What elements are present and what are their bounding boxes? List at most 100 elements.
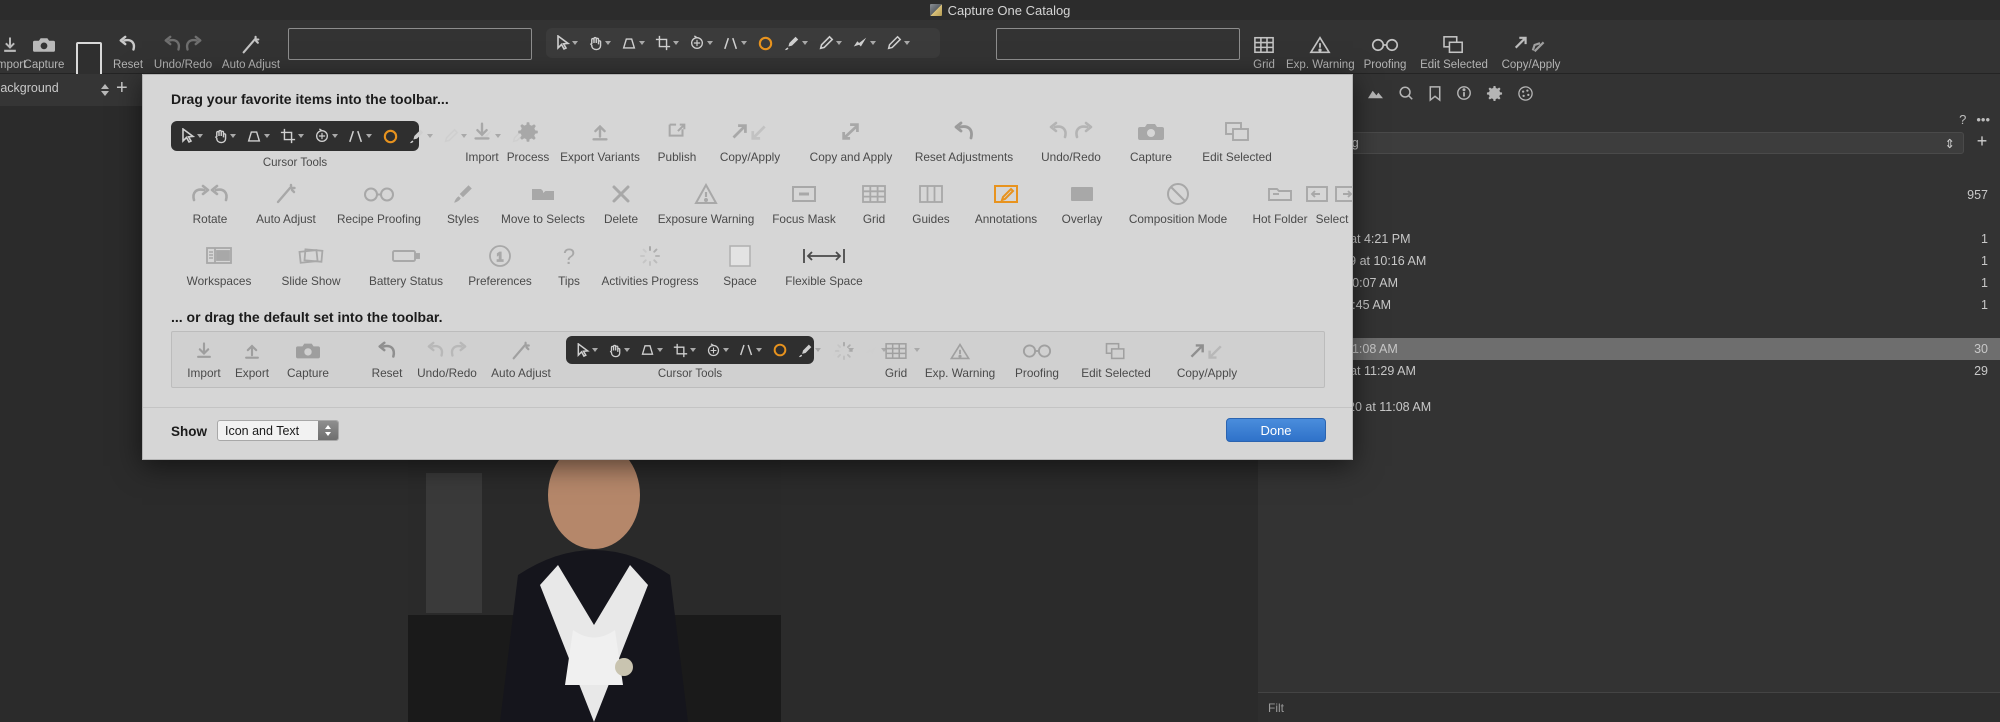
default-item-reset[interactable]: Reset bbox=[362, 338, 412, 380]
rotate-tool-icon[interactable] bbox=[685, 33, 717, 53]
palette-item-space[interactable]: Space bbox=[709, 239, 771, 288]
more-options-icon[interactable]: ••• bbox=[1976, 112, 1990, 127]
palette-item-preferences[interactable]: 1 Preferences bbox=[455, 239, 545, 288]
pan-hand-tool-icon[interactable] bbox=[604, 341, 634, 360]
crop-tool-icon[interactable] bbox=[669, 341, 700, 360]
done-button[interactable]: Done bbox=[1226, 418, 1326, 442]
spot-removal-tool-icon[interactable] bbox=[753, 33, 778, 54]
palette-item-tips[interactable]: ? Tips bbox=[545, 239, 593, 288]
info-icon[interactable] bbox=[1456, 85, 1472, 101]
palette-item-select[interactable]: Select bbox=[1299, 177, 1352, 226]
straighten-tool-icon[interactable] bbox=[719, 34, 751, 53]
layer-stepper[interactable] bbox=[98, 80, 111, 100]
metadata-icon[interactable] bbox=[1428, 85, 1442, 102]
palette-item-copy-and-apply[interactable]: Copy and Apply bbox=[796, 115, 906, 164]
toolbar-cursor-tools-group[interactable] bbox=[546, 28, 940, 58]
toolbar-button-reset[interactable]: Reset bbox=[104, 32, 152, 72]
toolbar-button-auto-adjust[interactable]: Auto Adjust bbox=[216, 32, 286, 72]
straighten-tool-icon[interactable] bbox=[735, 341, 766, 359]
rotate-tool-icon[interactable] bbox=[702, 341, 733, 360]
straighten-tool-icon[interactable] bbox=[344, 127, 376, 146]
palette-item-composition-mode[interactable]: Composition Mode bbox=[1115, 177, 1241, 226]
palette-icon[interactable] bbox=[1517, 85, 1534, 102]
palette-item-recipe-proofing[interactable]: Recipe Proofing bbox=[326, 177, 432, 226]
default-item-grid[interactable]: Grid bbox=[874, 338, 918, 380]
keystone-tool-icon[interactable] bbox=[617, 34, 649, 53]
pan-hand-tool-icon[interactable] bbox=[209, 126, 240, 146]
palette-item-undo-redo[interactable]: Undo/Redo bbox=[1026, 115, 1116, 164]
palette-item-capture[interactable]: Capture bbox=[1116, 115, 1186, 164]
palette-item-annotations[interactable]: Annotations bbox=[963, 177, 1049, 226]
draw-mask-tool-icon[interactable] bbox=[405, 126, 437, 146]
toolbar-button-capture[interactable]: Capture bbox=[14, 32, 74, 72]
crop-tool-icon[interactable] bbox=[276, 126, 308, 146]
panel-row-capture[interactable]: ruary 14, 2020 at 11:29 AM 29 bbox=[1258, 360, 2000, 382]
panel-filter-bar[interactable]: Filt bbox=[1258, 692, 2000, 722]
panel-section-recent-imports[interactable]: nt Imports bbox=[1258, 206, 2000, 228]
panel-row-images[interactable]: ages 957 bbox=[1258, 184, 2000, 206]
palette-item-focus-mask[interactable]: Focus Mask bbox=[763, 177, 845, 226]
palette-item-move-to-selects[interactable]: Move to Selects bbox=[493, 177, 593, 226]
palette-item-copy-apply[interactable]: Copy/Apply bbox=[706, 115, 794, 164]
default-item-export[interactable]: Export bbox=[226, 338, 278, 380]
panel-row-import[interactable]: ust 9, 2019 at 10:07 AM 1 bbox=[1258, 272, 2000, 294]
palette-item-publish[interactable]: Publish bbox=[648, 115, 706, 164]
keystone-tool-icon[interactable] bbox=[636, 341, 667, 359]
spot-removal-tool-icon[interactable] bbox=[378, 126, 403, 147]
toolbar-button-copy-apply[interactable]: Copy/Apply bbox=[1492, 32, 1570, 72]
draw-mask-tool-icon[interactable] bbox=[794, 341, 825, 360]
mountain-icon[interactable] bbox=[1367, 86, 1384, 101]
default-item-copy-apply[interactable]: Copy/Apply bbox=[1162, 338, 1252, 380]
select-stepper-icon[interactable] bbox=[318, 421, 338, 440]
add-layer-plus-icon[interactable]: + bbox=[116, 77, 128, 100]
palette-item-rotate[interactable]: Rotate bbox=[171, 177, 249, 226]
panel-section-recent-captures[interactable]: nt Captures bbox=[1258, 316, 2000, 338]
draw-mask-tool-icon[interactable] bbox=[780, 33, 812, 53]
default-item-exp-warning[interactable]: Exp. Warning bbox=[918, 338, 1002, 380]
palette-item-export-variants[interactable]: Export Variants bbox=[546, 115, 654, 164]
palette-item-slide-show[interactable]: Slide Show bbox=[267, 239, 355, 288]
default-item-proofing[interactable]: Proofing bbox=[1004, 338, 1070, 380]
help-icon[interactable]: ? bbox=[1959, 112, 1966, 127]
default-item-import[interactable]: Import bbox=[178, 338, 230, 380]
palette-cursor-tools-group[interactable] bbox=[171, 121, 535, 151]
rotate-tool-icon[interactable] bbox=[310, 126, 342, 146]
toolbar-search-field[interactable] bbox=[288, 28, 532, 60]
palette-item-guides[interactable]: Guides bbox=[899, 177, 963, 226]
palette-item-styles[interactable]: Styles bbox=[433, 177, 493, 226]
spot-removal-tool-icon[interactable] bbox=[768, 340, 792, 360]
palette-item-activities-progress[interactable]: Activities Progress bbox=[591, 239, 709, 288]
default-item-capture[interactable]: Capture bbox=[276, 338, 340, 380]
toolbar-button-exp-warning[interactable]: Exp. Warning bbox=[1286, 32, 1355, 72]
palette-item-reset-adjustments[interactable]: Reset Adjustments bbox=[901, 115, 1027, 164]
palette-item-auto-adjust[interactable]: Auto Adjust bbox=[246, 177, 326, 226]
pointer-tool-icon[interactable] bbox=[572, 341, 602, 360]
palette-item-grid[interactable]: Grid bbox=[847, 177, 901, 226]
palette-item-flexible-space[interactable]: Flexible Space bbox=[771, 239, 877, 288]
palette-item-exposure-warning[interactable]: Exposure Warning bbox=[649, 177, 763, 226]
default-set-toolbar[interactable]: Import Export Capture Reset Undo/Redo Au… bbox=[171, 331, 1325, 388]
gradient-mask-tool-icon[interactable] bbox=[814, 33, 846, 53]
panel-row-import[interactable]: ust 9, 2019 at 9:45 AM 1 bbox=[1258, 294, 2000, 316]
toolbar-button-undo-redo[interactable]: Undo/Redo bbox=[148, 32, 218, 72]
panel-section-collections[interactable]: llections bbox=[1258, 162, 2000, 184]
default-item-undo-redo[interactable]: Undo/Redo bbox=[410, 338, 484, 380]
palette-item-overlay[interactable]: Overlay bbox=[1049, 177, 1115, 226]
default-item-activities-progress[interactable] bbox=[822, 338, 866, 364]
search-icon[interactable] bbox=[1398, 85, 1414, 101]
palette-item-battery-status[interactable]: Battery Status bbox=[357, 239, 455, 288]
add-catalog-button[interactable]: + bbox=[1972, 132, 1992, 152]
panel-row-import[interactable]: ruary 12, 2020 at 4:21 PM 1 bbox=[1258, 228, 2000, 250]
erase-mask-tool-icon[interactable] bbox=[848, 33, 880, 53]
pointer-tool-icon[interactable] bbox=[177, 126, 207, 146]
pan-hand-tool-icon[interactable] bbox=[584, 33, 615, 53]
default-item-auto-adjust[interactable]: Auto Adjust bbox=[484, 338, 558, 380]
panel-row-import[interactable]: tember 11, 2019 at 10:16 AM 1 bbox=[1258, 250, 2000, 272]
pointer-tool-icon[interactable] bbox=[552, 33, 582, 53]
show-mode-select[interactable]: Icon and Text bbox=[217, 420, 339, 441]
palette-item-delete[interactable]: Delete bbox=[591, 177, 651, 226]
palette-item-edit-selected[interactable]: Edit Selected bbox=[1187, 115, 1287, 164]
gear-icon[interactable] bbox=[1486, 85, 1503, 102]
default-cursor-tools-group[interactable] bbox=[566, 336, 920, 364]
panel-row-capture-selected[interactable]: rch 4, 2020 at 11:08 AM 30 bbox=[1258, 338, 2000, 360]
